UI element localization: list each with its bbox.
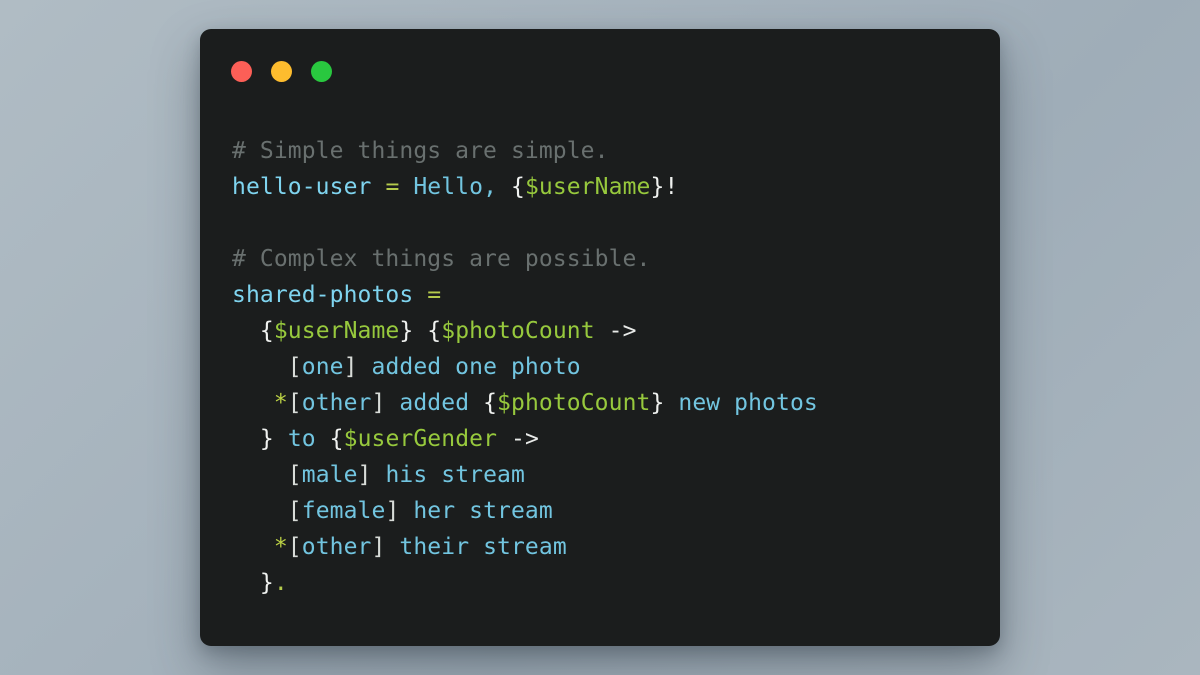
code-token-brace: }	[650, 174, 665, 200]
code-token-text: their stream	[399, 534, 567, 560]
code-line: shared-photos =	[232, 277, 986, 313]
code-line: hello-user = Hello, {$userName}!	[232, 169, 986, 205]
maximize-window-icon[interactable]	[311, 60, 332, 82]
close-window-icon[interactable]	[231, 60, 252, 82]
code-token-var: $photoCount	[441, 318, 595, 344]
code-token-var: $userName	[524, 174, 651, 200]
code-token-eq: =	[385, 174, 400, 200]
code-token-var: $userGender	[343, 426, 498, 452]
code-token-text: his stream	[385, 462, 525, 488]
code-token-comment: # Simple things are simple.	[232, 138, 609, 164]
code-token-brace: {	[510, 174, 525, 200]
code-token-var: $userName	[273, 318, 400, 344]
code-token-arrow: ->	[511, 426, 539, 452]
code-token-sel: other	[301, 534, 372, 560]
window-titlebar[interactable]	[200, 29, 1000, 113]
code-token-brace: {	[259, 318, 274, 344]
code-token-id: shared-photos	[232, 282, 414, 308]
code-token-text: to	[287, 426, 316, 452]
code-token-sel: female	[301, 498, 386, 524]
code-token-var: $photoCount	[497, 390, 651, 416]
code-editor[interactable]: # Simple things are simple. hello-user = …	[232, 133, 986, 601]
code-token-brace: }	[259, 570, 274, 596]
code-token-bracket: [	[287, 390, 302, 416]
code-token-text: added one photo	[371, 354, 581, 380]
code-token-sel: one	[301, 354, 344, 380]
code-line: } to {$userGender ->	[232, 421, 986, 457]
code-token-arrow: ->	[608, 318, 637, 344]
code-token-bracket: [	[287, 498, 302, 524]
code-window: # Simple things are simple. hello-user = …	[200, 29, 1000, 646]
code-token-text: added	[399, 390, 484, 416]
code-token-brace: !	[664, 174, 679, 200]
code-token-brace: }	[650, 390, 665, 416]
code-token-bracket: ]	[385, 498, 400, 524]
code-token-brace: {	[483, 390, 498, 416]
code-token-brace: {	[427, 318, 442, 344]
code-token-bracket: [	[287, 354, 302, 380]
code-line: {$userName} {$photoCount ->	[232, 313, 986, 349]
code-token-bracket: ]	[371, 390, 386, 416]
code-token-eq: =	[427, 282, 442, 308]
code-token-brace: }	[259, 426, 274, 452]
code-token-bracket: ]	[343, 354, 358, 380]
code-token-text: new photos	[678, 390, 818, 416]
code-line: *[other] added {$photoCount} new photos	[232, 385, 986, 421]
code-line: }.	[232, 565, 986, 601]
code-token-star: *	[273, 534, 288, 560]
code-token-comment: # Complex things are possible.	[232, 246, 651, 272]
code-line: [one] added one photo	[232, 349, 986, 385]
code-line: # Complex things are possible.	[232, 241, 986, 277]
code-line: [female] her stream	[232, 493, 986, 529]
code-token-bracket: ]	[357, 462, 372, 488]
code-token-text: her stream	[413, 498, 553, 524]
code-token-star: *	[273, 390, 288, 416]
code-token-bracket: ]	[371, 534, 386, 560]
code-token-id: hello-user	[232, 174, 372, 200]
code-line: [male] his stream	[232, 457, 986, 493]
code-token-bracket: [	[287, 462, 302, 488]
code-token-text: Hello,	[413, 174, 498, 200]
screenshot-stage: # Simple things are simple. hello-user = …	[0, 0, 1200, 675]
code-token-brace: }	[399, 318, 414, 344]
code-line: *[other] their stream	[232, 529, 986, 565]
code-line: # Simple things are simple.	[232, 133, 986, 169]
code-token-sel: male	[301, 462, 358, 488]
code-token-bracket: [	[287, 534, 302, 560]
code-token-punct: .	[273, 570, 288, 596]
minimize-window-icon[interactable]	[271, 60, 292, 82]
code-token-sel: other	[301, 390, 372, 416]
code-token-brace: {	[329, 426, 344, 452]
